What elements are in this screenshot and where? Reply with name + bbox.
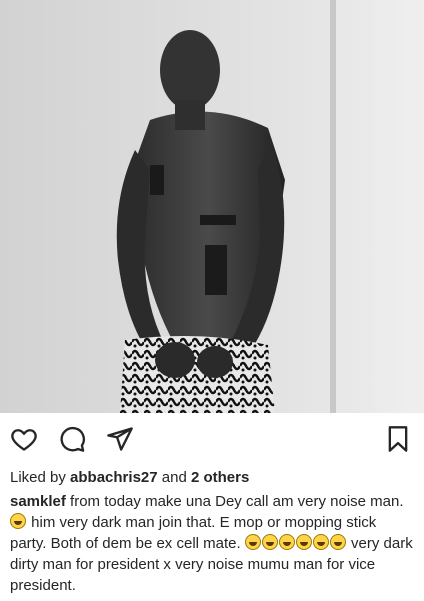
bookmark-icon[interactable]: [384, 425, 412, 453]
likes-middle: and: [157, 469, 191, 486]
comment-icon[interactable]: [58, 425, 86, 453]
heart-icon[interactable]: [10, 425, 38, 453]
instagram-post: Liked by abbachris27 and 2 others samkle…: [0, 0, 424, 601]
likes-prefix: Liked by: [10, 469, 71, 486]
laughing-emoji-icon: [312, 534, 329, 550]
laughing-emoji-icon: [329, 534, 346, 550]
likes-summary: Liked by abbachris27 and 2 others: [10, 468, 414, 488]
laughing-emoji-icon: [10, 513, 26, 529]
post-caption: samklef from today make una Dey call am …: [10, 491, 416, 596]
caption-username[interactable]: samklef: [10, 493, 66, 510]
action-bar: [0, 413, 424, 463]
caption-text-1: from today make una Dey call am very noi…: [65, 493, 404, 510]
laughing-emoji-icon: [278, 534, 295, 550]
laughing-emoji-icon: [295, 534, 312, 550]
likes-others-link[interactable]: 2 others: [191, 469, 249, 486]
post-photo-illustration: [0, 0, 424, 413]
liked-by-username[interactable]: abbachris27: [70, 469, 158, 486]
post-photo[interactable]: [0, 0, 424, 413]
laughing-emoji-icon: [244, 534, 261, 550]
laughing-emoji-icon: [261, 534, 278, 550]
send-icon[interactable]: [106, 425, 134, 453]
